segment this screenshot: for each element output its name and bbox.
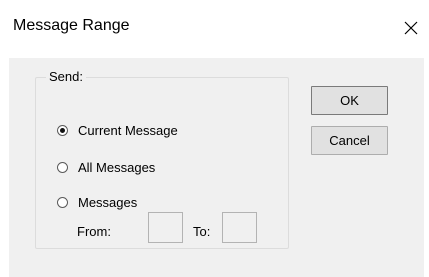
send-groupbox: Send: Current Message All Messages Messa…	[35, 68, 289, 249]
from-label: From:	[77, 224, 111, 239]
title-bar[interactable]: Message Range	[0, 0, 429, 58]
radio-button-checked[interactable]	[57, 124, 68, 136]
to-field[interactable]	[222, 212, 257, 243]
message-range-dialog: Message Range Send: Current Message All …	[0, 0, 429, 277]
close-icon	[404, 21, 418, 35]
radio-messages-label: Messages	[78, 194, 138, 210]
radio-all-messages-label: All Messages	[78, 159, 156, 175]
window-title: Message Range	[13, 17, 130, 34]
ok-button[interactable]: OK	[311, 86, 388, 115]
radio-messages[interactable]: Messages	[57, 191, 137, 213]
send-group-label: Send:	[46, 68, 86, 86]
close-button[interactable]	[396, 11, 426, 45]
to-label: To:	[193, 224, 211, 239]
from-field[interactable]	[148, 212, 183, 243]
cancel-button[interactable]: Cancel	[311, 126, 388, 155]
radio-button[interactable]	[57, 196, 68, 208]
dialog-client-area: Send: Current Message All Messages Messa…	[9, 58, 424, 277]
radio-button[interactable]	[57, 161, 68, 173]
radio-all-messages[interactable]: All Messages	[57, 156, 155, 178]
radio-current-message-label: Current Message	[78, 122, 178, 138]
radio-current-message[interactable]: Current Message	[57, 119, 178, 141]
